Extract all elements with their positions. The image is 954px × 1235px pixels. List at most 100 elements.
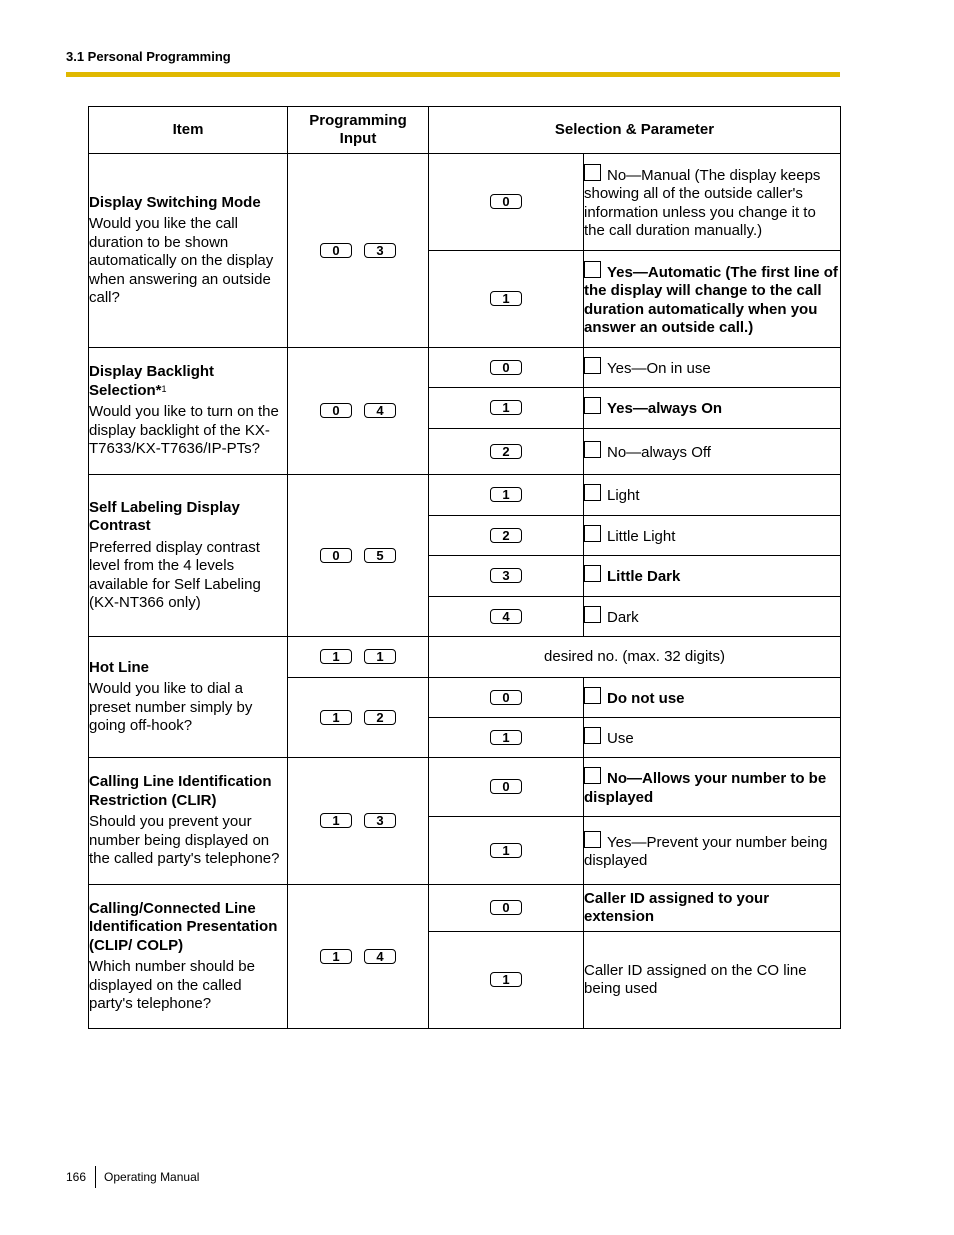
key-button: 2 <box>490 527 522 543</box>
option-key-cell: 0 <box>428 347 584 388</box>
item-title: Calling Line Identification Restriction … <box>89 773 272 809</box>
option-key-cell: 0 <box>428 757 584 817</box>
checkbox-icon[interactable] <box>584 397 601 415</box>
key-button: 0 <box>490 359 522 375</box>
checkbox-icon[interactable] <box>584 767 601 784</box>
option-key-cell: 2 <box>428 515 584 556</box>
option-cell: Little Light <box>583 515 841 556</box>
key-button: 2 <box>490 443 522 459</box>
footer-divider <box>95 1166 97 1188</box>
option-label: Use <box>607 729 634 747</box>
item-description: Would you like to dial a preset number s… <box>89 680 253 734</box>
option-key-cell: 4 <box>428 596 584 637</box>
checkbox-icon[interactable] <box>584 565 601 583</box>
parameter-cell: desired no. (max. 32 digits) <box>428 636 841 678</box>
item-description: Should you prevent your number being dis… <box>89 813 280 868</box>
key-button: 1 <box>490 842 522 858</box>
option-label: No—Allows your number to be displayed <box>584 770 827 806</box>
key-button: 0 <box>320 403 352 419</box>
item-description: Would you like the call duration to be s… <box>89 215 274 306</box>
option-label: Little Light <box>607 527 676 545</box>
key-button: 0 <box>320 547 352 563</box>
table-row: Calling/Connected Line Identification Pr… <box>88 884 841 1029</box>
checkbox-icon[interactable] <box>584 260 601 278</box>
checkbox-icon[interactable] <box>584 726 601 744</box>
item-title: Self Labeling Display Contrast <box>89 498 240 535</box>
key-button: 0 <box>490 689 522 705</box>
checkbox-icon[interactable] <box>584 830 601 848</box>
table-row: Calling Line Identification Restriction … <box>88 757 841 885</box>
checkbox-icon[interactable] <box>584 163 601 181</box>
header-rule <box>66 72 840 77</box>
key-button: 1 <box>364 649 396 665</box>
page-footer: 166 Operating Manual <box>66 1166 199 1188</box>
key-button: 3 <box>364 242 396 258</box>
programming-table: Item Programming Input Selection & Param… <box>88 106 841 1029</box>
key-button: 3 <box>364 813 396 829</box>
option-key-cell: 0 <box>428 884 584 932</box>
option-cell: Yes—always On <box>583 387 841 429</box>
key-button: 0 <box>320 242 352 258</box>
table-row: Display Backlight Selection*1 Would you … <box>88 347 841 475</box>
checkbox-icon[interactable] <box>584 686 601 704</box>
programming-input-cell: 13 <box>287 757 429 885</box>
option-cell: Caller ID assigned to your extension <box>583 884 841 932</box>
option-key-cell: 1 <box>428 474 584 516</box>
option-cell: No—always Off <box>583 428 841 475</box>
programming-input-cell: 03 <box>287 153 429 348</box>
item-title: Display Backlight Selection*1 <box>89 363 287 400</box>
checkbox-icon[interactable] <box>584 524 601 542</box>
item-description: Preferred display contrast level from th… <box>89 538 261 612</box>
key-button: 4 <box>364 948 396 964</box>
item-cell: Display Backlight Selection*1 Would you … <box>88 347 288 475</box>
option-label: Dark <box>607 608 639 626</box>
option-label: No—always Off <box>607 443 711 461</box>
item-description: Which number should be displayed on the … <box>89 958 255 1012</box>
section-title: 3.1 Personal Programming <box>66 49 231 64</box>
footnote-marker: 1 <box>161 383 167 394</box>
manual-title: Operating Manual <box>104 1170 200 1184</box>
option-cell: No—Manual (The display keeps showing all… <box>583 153 841 251</box>
option-label: Light <box>607 487 640 505</box>
item-cell: Calling/Connected Line Identification Pr… <box>88 884 288 1029</box>
option-cell: Light <box>583 474 841 516</box>
item-title: Hot Line <box>89 658 149 676</box>
table-row: Hot Line Would you like to dial a preset… <box>88 636 841 758</box>
item-title: Display Switching Mode <box>89 193 261 211</box>
option-label: Do not use <box>607 689 685 707</box>
page-number: 166 <box>66 1170 87 1184</box>
table-row: Display Switching Mode Would you like th… <box>88 153 841 348</box>
option-key-cell: 1 <box>428 250 584 348</box>
checkbox-icon[interactable] <box>584 484 601 502</box>
key-button: 1 <box>490 729 522 745</box>
option-key-cell: 1 <box>428 387 584 429</box>
item-cell: Hot Line Would you like to dial a preset… <box>88 636 288 758</box>
column-header-selection-parameter: Selection & Parameter <box>428 106 841 154</box>
option-key-cell: 1 <box>428 816 584 885</box>
option-cell: No—Allows your number to be displayed <box>583 757 841 817</box>
option-cell: Yes—Prevent your number being displayed <box>583 816 841 885</box>
option-cell: Yes—On in use <box>583 347 841 388</box>
option-label: Yes—always On <box>607 400 723 418</box>
item-cell: Self Labeling Display Contrast Preferred… <box>88 474 288 637</box>
key-button: 4 <box>490 608 522 624</box>
key-button: 1 <box>490 487 522 503</box>
option-cell: Dark <box>583 596 841 637</box>
option-label: Yes—Prevent your number being displayed <box>584 833 828 870</box>
programming-input-cell: 11 <box>287 636 429 678</box>
checkbox-icon[interactable] <box>584 356 601 374</box>
option-label: Yes—On in use <box>607 359 711 377</box>
checkbox-icon[interactable] <box>584 440 601 458</box>
programming-input-cell: 04 <box>287 347 429 475</box>
checkbox-icon[interactable] <box>584 605 601 623</box>
item-title: Calling/Connected Line Identification Pr… <box>89 899 278 954</box>
option-cell: Do not use <box>583 677 841 718</box>
item-title-text: Display Backlight Selection* <box>89 363 215 399</box>
option-key-cell: 0 <box>428 677 584 718</box>
option-key-cell: 0 <box>428 153 584 251</box>
column-header-item: Item <box>88 106 288 154</box>
programming-input-cell: 12 <box>287 677 429 758</box>
programming-input-cell: 05 <box>287 474 429 637</box>
key-button: 0 <box>490 779 522 795</box>
option-label: Little Dark <box>607 568 681 586</box>
